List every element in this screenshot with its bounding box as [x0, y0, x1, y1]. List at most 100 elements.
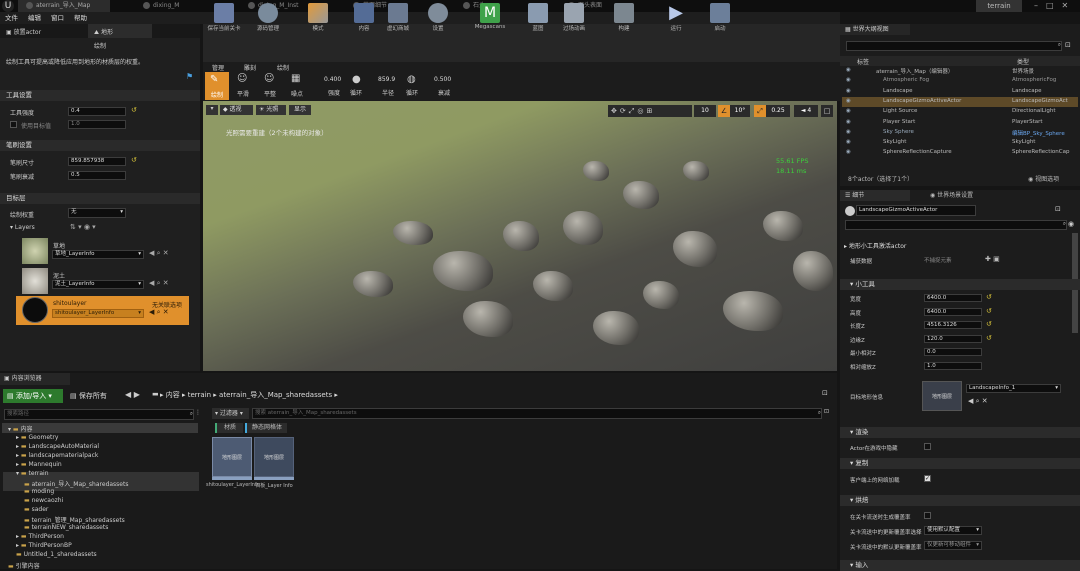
use-target-checkbox[interactable] — [10, 121, 17, 128]
megascans-button[interactable]: M Megascans — [470, 2, 510, 36]
render-section-header[interactable]: ▾ 渲染 — [840, 427, 1080, 438]
scale-snap[interactable]: 0.25 — [766, 105, 790, 117]
col-type[interactable]: 类型 — [1017, 57, 1029, 66]
prop-input[interactable]: 6400.0 — [924, 307, 982, 316]
outliner-row[interactable]: ◉ SphereReflectionCapture SphereReflection… — [842, 149, 1078, 159]
search-assets-input[interactable]: 搜索 aterrain_导入_Map_sharedassets ⌕ — [252, 408, 822, 419]
search-paths-input[interactable]: 搜索路径 ⌕ — [4, 409, 194, 420]
tab-place-actor[interactable]: ▣ 放置actor — [6, 27, 41, 36]
grid-snap[interactable]: 10 — [694, 105, 716, 117]
source-control-button[interactable]: 源码管理 — [250, 2, 286, 36]
modes-button[interactable]: 模式 — [300, 2, 336, 36]
layer-info-select[interactable]: 草地_LayerInfo ▾ — [52, 250, 144, 259]
folder-item[interactable]: ▸ ▬ Geometry — [16, 434, 58, 441]
outliner-search-input[interactable]: ⌕ — [846, 41, 1062, 51]
outliner-row[interactable]: ◉ Sky Sphere 编辑BP_Sky_Sphere — [842, 129, 1078, 139]
layer-row-icons[interactable]: ◀ ⌕ ✕ — [149, 308, 169, 317]
outliner-row[interactable]: ◉ Atmospheric Fog AtmosphericFog — [842, 77, 1078, 87]
details-search-input[interactable]: ⌕ — [845, 220, 1067, 230]
folder-item[interactable]: ▸ ▬ landscapematerialpack — [16, 452, 98, 459]
eye-icon[interactable]: ◉ — [846, 98, 851, 104]
transform-tools[interactable]: ✥⟳⤢◎⊞ — [608, 105, 692, 117]
tab-sculpt[interactable]: 雕刻 — [244, 63, 256, 72]
blueprints-button[interactable]: 蓝图 — [520, 2, 556, 36]
details-tab[interactable]: ☰ 细节 — [840, 190, 910, 201]
play-button[interactable]: ▶ 运行 — [658, 2, 694, 36]
hlod1-checkbox[interactable] — [924, 512, 931, 519]
filter-tag-material[interactable]: 材质 — [215, 423, 243, 433]
eye-icon[interactable]: ◉ — [846, 119, 851, 125]
window-controls[interactable]: –□✕ — [1034, 0, 1080, 12]
stat-strength-value[interactable]: 0.400 — [324, 76, 341, 83]
paint-layer-select[interactable]: 无 ▾ — [68, 208, 126, 218]
brush-settings-header[interactable]: 笔刷设置 — [0, 140, 200, 151]
tool-settings-header[interactable]: 工具设置 — [0, 90, 200, 101]
noise-tool-label[interactable]: 噪点 — [291, 89, 303, 98]
target-layer-select[interactable]: LandscapeInfo_1 ▾ — [966, 384, 1061, 393]
noise-icon[interactable]: ▦ — [291, 73, 300, 84]
smooth-tool-label[interactable]: 平滑 — [237, 89, 249, 98]
outliner-row[interactable]: ◉ Player Start PlayerStart — [842, 119, 1078, 129]
eye-icon[interactable]: ◉ — [846, 139, 851, 145]
eye-icon[interactable]: ◉ — [846, 108, 851, 114]
outliner-row[interactable]: ◉ SkyLight SkyLight — [842, 139, 1078, 149]
add-import-button[interactable]: ▤ 添加/导入 ▾ — [3, 389, 63, 403]
rotate-snap-icon[interactable]: ∠ — [718, 105, 730, 117]
actor-name-input[interactable]: LandscapeGizmoActiveActor — [856, 205, 976, 216]
lock-icon[interactable]: ⊡ — [822, 389, 828, 397]
hlod3-select[interactable]: 仅更新可移动组件 ▾ — [924, 541, 982, 550]
smooth-icon[interactable]: ☺ — [237, 73, 247, 84]
reset-icon[interactable]: ↺ — [986, 320, 992, 328]
eye-icon[interactable]: ◉ — [846, 88, 851, 94]
eye-icon[interactable]: ◉ — [846, 129, 851, 135]
add-icon[interactable]: ✚ ▣ — [985, 255, 1000, 263]
camera-speed[interactable]: ◄ 4 — [794, 105, 818, 117]
menu-edit[interactable]: 编辑 — [23, 12, 46, 24]
folder-item[interactable]: ▬ terrain_管理_Map_sharedassets — [24, 515, 125, 524]
breadcrumb[interactable]: ▸ 内容 ▸ terrain ▸ aterrain_导入_Map_shareda… — [160, 390, 338, 400]
outliner-row[interactable]: ◉ Light Source DirectionalLight — [842, 108, 1078, 118]
save-all-button[interactable]: ▤ 保存所有 — [67, 389, 121, 403]
folder-item[interactable]: ▸ ▬ ThirdPerson — [16, 533, 64, 540]
target-value-input[interactable]: 1.0 — [68, 120, 126, 129]
target-layers-header[interactable]: 目标层 — [0, 193, 200, 204]
viewport-menu-button[interactable]: ▾ — [206, 105, 218, 115]
layer-row-icons[interactable]: ◀ ⌕ ✕ — [149, 249, 169, 258]
maximize-viewport-icon[interactable]: □ — [821, 105, 833, 117]
layer-menu-icon[interactable]: ⇅ ▾ ◉ ▾ — [70, 223, 96, 231]
folder-item[interactable]: ▸ ▬ ThirdPersonBP — [16, 542, 72, 549]
brush-falloff-input[interactable]: 0.5 — [68, 171, 126, 180]
lock-icon[interactable]: ⊡ — [1055, 205, 1061, 213]
prop-input[interactable]: 0.0 — [924, 348, 982, 356]
prop-input[interactable]: 1.0 — [924, 361, 982, 370]
save-level-button[interactable]: 保存当前关卡 — [206, 2, 242, 36]
prop-input[interactable]: 6400.0 — [924, 294, 982, 302]
outliner-row[interactable]: ◉ LandscapeGizmoActiveActor LandscapeGizmo… — [842, 98, 1078, 108]
menu-help[interactable]: 帮助 — [69, 12, 92, 24]
eye-icon[interactable]: ◉ — [1068, 220, 1074, 228]
marketplace-button[interactable]: 虚幻商城 — [380, 2, 416, 36]
menu-window[interactable]: 窗口 — [46, 12, 69, 24]
eye-icon[interactable]: ◉ — [846, 149, 851, 155]
layer-info-select[interactable]: shitoulayer_LayerInfo ▾ — [52, 309, 144, 318]
tool-strength-input[interactable]: 0.4 — [68, 107, 126, 116]
folder-item[interactable]: ▸ ▬ Mannequin — [16, 461, 62, 468]
pin-icon[interactable]: ⚑ — [186, 72, 193, 81]
rotate-snap[interactable]: 10° — [730, 105, 750, 117]
tab-landscape[interactable]: ⛰ 地形 — [94, 27, 113, 37]
perspective-button[interactable]: ◆ 透视 — [220, 105, 253, 115]
folder-item[interactable]: ▬ sader — [24, 506, 48, 513]
search-options-icon[interactable]: ⊡ — [824, 408, 829, 415]
lit-button[interactable]: ☀ 光照 — [256, 105, 286, 115]
folder-item[interactable]: ▬ newcaozhi — [24, 497, 63, 504]
brush-size-input[interactable]: 859.857938 — [68, 157, 126, 166]
menu-file[interactable]: 文件 — [0, 12, 23, 24]
prop-input[interactable]: 4516.3126 — [924, 321, 982, 329]
reset-icon[interactable]: ↺ — [131, 106, 137, 114]
eye-icon[interactable]: ◉ — [846, 67, 851, 73]
scale-snap-icon[interactable]: ⤢ — [754, 105, 766, 117]
net-load-checkbox[interactable]: ✓ — [924, 475, 931, 482]
settings-button[interactable]: 设置 — [420, 2, 456, 36]
launch-button[interactable]: 启动 — [702, 2, 738, 36]
cinematics-button[interactable]: 过场动画 — [556, 2, 592, 36]
